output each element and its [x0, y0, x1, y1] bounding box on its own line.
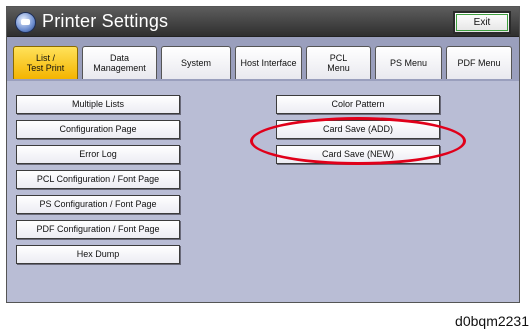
tab-pdf-menu[interactable]: PDF Menu: [446, 46, 512, 79]
tab-strip: List / Test Print Data Management System…: [7, 37, 519, 81]
error-log-button[interactable]: Error Log: [16, 145, 180, 164]
title-bar: Printer Settings Exit: [7, 7, 519, 37]
tab-host-interface[interactable]: Host Interface: [235, 46, 302, 79]
printer-settings-icon: [15, 12, 36, 33]
card-save-add-button[interactable]: Card Save (ADD): [276, 120, 440, 139]
printer-settings-panel: Printer Settings Exit List / Test Print …: [6, 6, 520, 303]
window-title: Printer Settings: [42, 11, 169, 31]
multiple-lists-button[interactable]: Multiple Lists: [16, 95, 180, 114]
tab-ps-menu[interactable]: PS Menu: [375, 46, 442, 79]
exit-button-frame: [456, 14, 508, 31]
hex-dump-button[interactable]: Hex Dump: [16, 245, 180, 264]
pdf-configuration-font-page-button[interactable]: PDF Configuration / Font Page: [16, 220, 180, 239]
tab-data-management[interactable]: Data Management: [82, 46, 157, 79]
ps-configuration-font-page-button[interactable]: PS Configuration / Font Page: [16, 195, 180, 214]
configuration-page-button[interactable]: Configuration Page: [16, 120, 180, 139]
tab-list-test-print[interactable]: List / Test Print: [13, 46, 78, 79]
tab-system[interactable]: System: [161, 46, 231, 79]
color-pattern-button[interactable]: Color Pattern: [276, 95, 440, 114]
pcl-configuration-font-page-button[interactable]: PCL Configuration / Font Page: [16, 170, 180, 189]
figure-caption: d0bqm2231: [455, 313, 529, 329]
tab-pcl-menu[interactable]: PCL Menu: [306, 46, 371, 79]
exit-button[interactable]: Exit: [453, 11, 511, 34]
card-save-new-button[interactable]: Card Save (NEW): [276, 145, 440, 164]
